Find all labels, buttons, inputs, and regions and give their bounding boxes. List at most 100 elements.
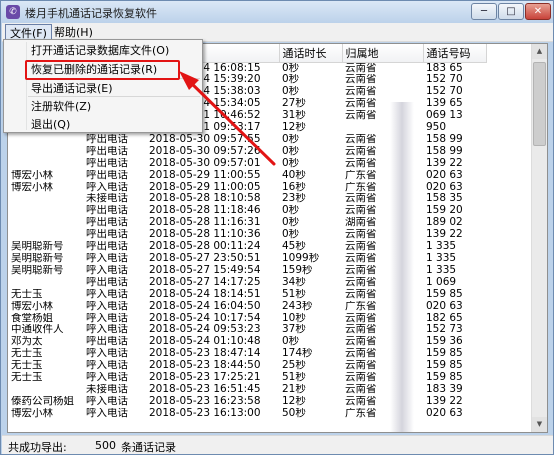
title-bar[interactable]: ✆ 楼月手机通话记录恢复软件 ─ □ ✕ — [1, 1, 553, 23]
cell-number: 139 65 — [426, 98, 463, 110]
table-row[interactable]: 中通收件人 呼入电话 2018-05-24 09:53:23 37秒 云南省 152 73 — [8, 324, 486, 336]
menu-item-register[interactable]: 注册软件(Z) — [31, 100, 91, 114]
cell-duration: 0秒 — [282, 62, 300, 74]
status-bar: 共成功导出: 500 条通话记录 — [2, 435, 553, 454]
menu-item-open-database[interactable]: 打开通话记录数据库文件(O) — [31, 44, 169, 58]
cell-name — [8, 146, 83, 158]
table-row[interactable]: 吴明聪新号 呼入电话 2018-05-27 23:50:51 1099秒 云南省 1 33… — [8, 253, 486, 265]
cell-name: 邓为太 — [11, 336, 43, 348]
cell-type: 呼出电话 — [86, 205, 128, 217]
table-row[interactable]: 博宏小林 呼入电话 2018-05-24 16:04:50 243秒 广东省 020 63 — [8, 301, 486, 313]
cell-name — [8, 193, 83, 205]
cell-duration: 34秒 — [282, 276, 306, 288]
cell-duration: 0秒 — [282, 205, 300, 217]
window-title: 楼月手机通话记录恢复软件 — [25, 7, 157, 20]
cell-name — [8, 229, 83, 241]
table-row[interactable]: 未接电话 2018-05-23 16:51:45 21秒 云南省 183 39 — [8, 384, 486, 396]
file-dropdown-menu: 打开通话记录数据库文件(O) 恢复已删除的通话记录(R) 导出通话记录(E) 注… — [3, 39, 203, 133]
status-count: 500 — [95, 439, 116, 452]
cell-name: 博宏小林 — [11, 181, 53, 193]
minimize-button[interactable]: ─ — [471, 3, 497, 20]
table-row[interactable]: 呼出电话 2018-05-28 11:18:46 0秒 云南省 159 20 — [8, 205, 486, 217]
vertical-scrollbar[interactable]: ▲ ▼ — [531, 44, 547, 432]
cell-time: 2018-05-23 16:23:58 — [149, 395, 261, 407]
table-row[interactable]: 呼出电话 2018-05-30 09:57:01 0秒 云南省 139 22 — [8, 158, 486, 170]
table-row[interactable]: 未接电话 2018-05-28 18:10:58 23秒 云南省 158 35 — [8, 193, 486, 205]
cell-type: 呼出电话 — [86, 169, 128, 181]
scroll-down-icon[interactable]: ▼ — [532, 417, 547, 432]
cell-time: 2018-05-23 18:44:50 — [149, 360, 261, 372]
cell-duration: 0秒 — [282, 229, 300, 241]
cell-name: 吴明聪新号 — [11, 241, 64, 253]
cell-duration: 12秒 — [282, 395, 306, 407]
cell-duration: 25秒 — [282, 360, 306, 372]
cell-time: 2018-05-28 11:10:36 — [149, 229, 261, 241]
column-header-duration[interactable]: 通话时长 — [279, 44, 343, 63]
cell-number: 158 99 — [426, 133, 463, 145]
cell-number: 152 70 — [426, 86, 463, 98]
table-row[interactable]: 无士玉 呼入电话 2018-05-24 18:14:51 51秒 云南省 159 85 — [8, 289, 486, 301]
scroll-up-icon[interactable]: ▲ — [532, 44, 547, 59]
cell-type: 呼出电话 — [86, 336, 128, 348]
cell-number: 152 70 — [426, 74, 463, 86]
cell-type: 呼出电话 — [86, 241, 128, 253]
cell-type: 呼出电话 — [86, 217, 128, 229]
cell-duration: 10秒 — [282, 312, 306, 324]
cell-time: 2018-05-28 00:11:24 — [149, 241, 261, 253]
table-row[interactable]: 无士玉 呼入电话 2018-05-23 18:47:14 174秒 云南省 159 85 — [8, 348, 486, 360]
cell-time: 2018-05-24 18:14:51 — [149, 288, 261, 300]
cell-number: 183 39 — [426, 383, 463, 395]
cell-type: 呼入电话 — [86, 300, 128, 312]
column-header-number[interactable]: 通话号码 — [423, 44, 487, 63]
cell-duration: 21秒 — [282, 383, 306, 395]
phone-app-icon: ✆ — [6, 5, 20, 19]
table-row[interactable]: 博宏小林 呼入电话 2018-05-23 16:13:00 50秒 广东省 020 63 — [8, 408, 486, 420]
table-row[interactable]: 呼出电话 2018-05-28 11:16:31 0秒 湖南省 189 02 — [8, 217, 486, 229]
cell-number: 159 85 — [426, 360, 463, 372]
table-row[interactable]: 傣药公司杨姐 呼入电话 2018-05-23 16:23:58 12秒 云南省 139 2… — [8, 396, 486, 408]
table-row[interactable]: 呼出电话 2018-05-30 09:57:26 0秒 云南省 158 99 — [8, 146, 486, 158]
cell-time: 2018-05-27 14:17:25 — [149, 276, 261, 288]
table-row[interactable]: 无士玉 呼入电话 2018-05-23 18:44:50 25秒 云南省 159 85 — [8, 360, 486, 372]
cell-duration: 0秒 — [282, 133, 300, 145]
close-button[interactable]: ✕ — [525, 3, 551, 20]
table-row[interactable]: 博宏小林 呼出电话 2018-05-29 11:00:55 40秒 广东省 020 63 — [8, 170, 486, 182]
cell-number: 020 63 — [426, 169, 463, 181]
table-row[interactable]: 吴明聪新号 呼入电话 2018-05-27 15:49:54 159秒 云南省 1 335 — [8, 265, 486, 277]
table-row[interactable]: 呼出电话 2018-05-28 11:10:36 0秒 云南省 139 22 — [8, 229, 486, 241]
menu-divider — [28, 96, 200, 97]
cell-name: 无士玉 — [11, 360, 43, 372]
table-row[interactable]: 呼出电话 2018-05-30 09:57:55 0秒 云南省 158 99 — [8, 134, 486, 146]
cell-time: 2018-05-30 09:57:26 — [149, 145, 261, 157]
table-row[interactable]: 吴明聪新号 呼出电话 2018-05-28 00:11:24 45秒 云南省 1 335 — [8, 241, 486, 253]
cell-type: 呼入电话 — [86, 407, 128, 419]
menu-item-export[interactable]: 导出通话记录(E) — [31, 82, 113, 96]
table-row[interactable]: 无士玉 呼入电话 2018-05-23 17:25:21 51秒 云南省 159 85 — [8, 372, 486, 384]
cell-number: 159 20 — [426, 205, 463, 217]
table-row[interactable]: 博宏小林 呼入电话 2018-05-29 11:00:05 16秒 广东省 020 63 — [8, 182, 486, 194]
cell-duration: 16秒 — [282, 181, 306, 193]
cell-name: 无士玉 — [11, 288, 43, 300]
scroll-thumb[interactable] — [533, 62, 546, 146]
cell-type: 呼入电话 — [86, 288, 128, 300]
table-row[interactable]: 食堂杨姐 呼入电话 2018-05-24 10:17:54 10秒 云南省 182 65 — [8, 313, 486, 325]
menu-item-exit[interactable]: 退出(Q) — [31, 118, 70, 132]
cell-time: 2018-05-27 23:50:51 — [149, 253, 261, 264]
cell-duration: 174秒 — [282, 348, 313, 360]
cell-type: 呼入电话 — [86, 360, 128, 372]
cell-number: 159 85 — [426, 372, 463, 384]
cell-duration: 0秒 — [282, 145, 300, 157]
cell-duration: 51秒 — [282, 372, 306, 384]
cell-time: 2018-05-24 10:17:54 — [149, 312, 261, 324]
cell-number: 069 13 — [426, 110, 463, 122]
cell-name: 博宏小林 — [11, 407, 53, 419]
cell-type: 呼入电话 — [86, 264, 128, 276]
column-header-location[interactable]: 归属地 — [342, 44, 424, 63]
table-row[interactable]: 呼出电话 2018-05-27 14:17:25 34秒 云南省 1 069 — [8, 277, 486, 289]
maximize-button[interactable]: □ — [498, 3, 524, 20]
cell-duration: 37秒 — [282, 324, 306, 336]
cell-number: 158 35 — [426, 193, 463, 205]
cell-name — [8, 217, 83, 229]
table-row[interactable]: 邓为太 呼出电话 2018-05-24 01:10:48 0秒 云南省 159 36 — [8, 336, 486, 348]
cell-time: 2018-05-24 09:53:23 — [149, 324, 261, 336]
